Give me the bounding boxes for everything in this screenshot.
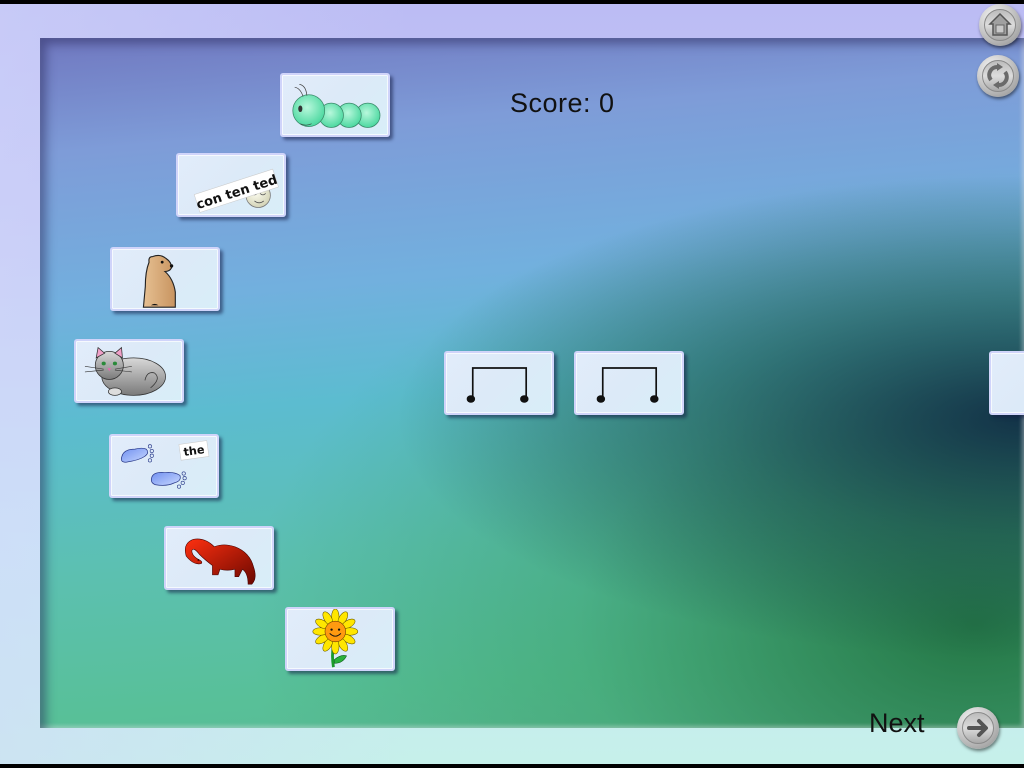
score-label: Score: (510, 88, 592, 118)
footprints-icon: the (120, 440, 210, 489)
cat-icon (84, 346, 166, 396)
next-label[interactable]: Next (869, 708, 925, 739)
picture-card-sunflower[interactable] (285, 607, 395, 671)
dinosaur-icon (184, 538, 256, 585)
arrow-right-icon (967, 719, 988, 737)
rhythm-card-partial[interactable] (989, 351, 1024, 415)
contented-face-icon: con ten ted (193, 168, 279, 213)
home-icon (988, 12, 1012, 36)
home-button[interactable] (979, 4, 1021, 46)
picture-card-dinosaur[interactable] (164, 526, 274, 590)
rhythm-card-eighth-notes[interactable] (574, 351, 684, 415)
picture-card-caterpillar[interactable] (280, 73, 390, 137)
next-button[interactable] (957, 707, 999, 749)
eighth-notes-icon (466, 367, 529, 403)
picture-card-the[interactable]: the (109, 434, 219, 498)
refresh-icon (987, 63, 1009, 89)
score-value: 0 (599, 88, 615, 118)
groundhog-icon (142, 254, 176, 308)
picture-card-groundhog[interactable] (110, 247, 220, 311)
restart-button[interactable] (977, 55, 1019, 97)
rhythm-card-eighth-notes[interactable] (444, 351, 554, 415)
score-display: Score: 0 (510, 88, 615, 119)
caterpillar-icon (292, 84, 381, 128)
picture-card-contented[interactable]: con ten ted (176, 153, 286, 217)
eighth-notes-icon (596, 367, 659, 403)
sunflower-icon (312, 609, 359, 668)
picture-card-cat[interactable] (74, 339, 184, 403)
